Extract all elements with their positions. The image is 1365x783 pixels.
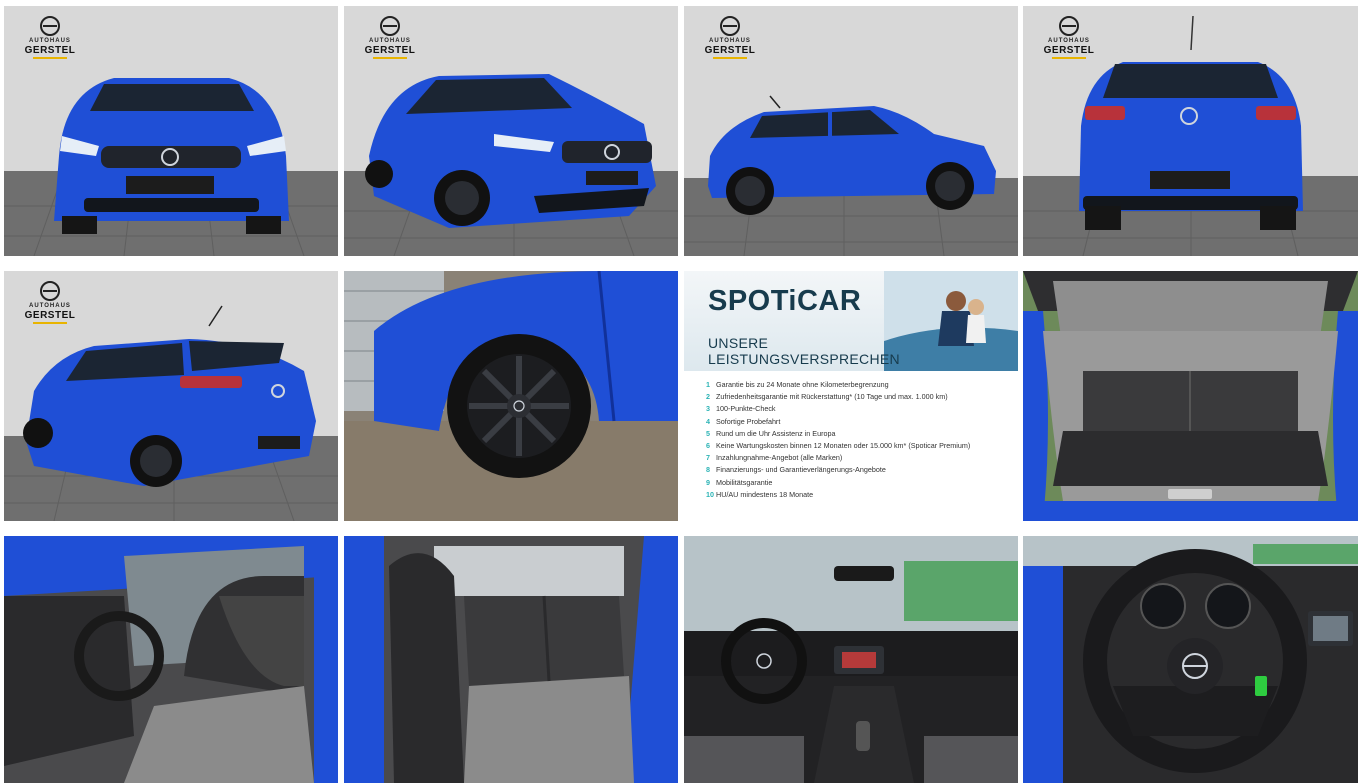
list-item: 6 Keine Wartungskosten binnen 12 Monaten … [706, 440, 1006, 452]
list-item-number: 9 [706, 477, 710, 487]
dealer-name: GERSTEL [364, 45, 416, 56]
list-item-number: 7 [706, 453, 710, 463]
list-item-number: 4 [706, 416, 710, 426]
dealer-name: GERSTEL [704, 45, 756, 56]
promo-heading-line-2: LEISTUNGSVERSPRECHEN [708, 351, 900, 367]
photo-trunk[interactable] [1023, 271, 1358, 521]
list-item-text: 100-Punkte-Check [716, 404, 776, 414]
list-item: 9 Mobilitätsgarantie [706, 477, 1006, 489]
dealer-brand-line: AUTOHAUS [709, 38, 751, 44]
photo-front-view[interactable]: AUTOHAUS GERSTEL [4, 6, 338, 256]
list-item: 8 Finanzierungs- und Garantieverlängerung… [706, 464, 1006, 476]
list-item-text: Inzahlungnahme-Angebot (alle Marken) [716, 453, 843, 463]
opel-logo-icon [40, 281, 60, 301]
list-item-text: Keine Wartungskosten binnen 12 Monaten o… [716, 441, 971, 451]
dealer-accent-bar [373, 57, 407, 59]
photo-steering-wheel[interactable] [1023, 536, 1358, 783]
dealer-name: GERSTEL [24, 310, 76, 321]
list-item: 7 Inzahlungnahme-Angebot (alle Marken) [706, 452, 1006, 464]
list-item: 10 HU/AU mindestens 18 Monate [706, 489, 1006, 501]
steering-wheel-image [1023, 536, 1358, 783]
front-seats-image [4, 536, 338, 783]
dealer-logo: AUTOHAUS GERSTEL [20, 16, 80, 59]
dealer-logo: AUTOHAUS GERSTEL [20, 281, 80, 324]
photo-front-three-quarter[interactable]: AUTOHAUS GERSTEL [344, 6, 678, 256]
photo-rear-view[interactable]: AUTOHAUS GERSTEL [1023, 6, 1358, 256]
list-item-text: Finanzierungs- und Garantieverlängerungs… [716, 465, 886, 475]
dealer-logo: AUTOHAUS GERSTEL [700, 16, 760, 59]
list-item: 3 100-Punkte-Check [706, 403, 1006, 415]
photo-gallery: AUTOHAUS GERSTEL AUTOHAUS GERSTEL AUTOHA… [0, 0, 1365, 783]
list-item-text: Rund um die Uhr Assistenz in Europa [716, 428, 836, 438]
dealer-brand-line: AUTOHAUS [29, 303, 71, 309]
opel-logo-icon [1059, 16, 1079, 36]
promo-heading-line-1: UNSERE [708, 335, 769, 351]
opel-logo-icon [380, 16, 400, 36]
list-item-text: Garantie bis zu 24 Monate ohne Kilometer… [716, 380, 889, 389]
list-item-number: 5 [706, 428, 710, 438]
dealer-logo: AUTOHAUS GERSTEL [1039, 16, 1099, 59]
photo-side-view[interactable]: AUTOHAUS GERSTEL [684, 6, 1018, 256]
list-item-text: HU/AU mindestens 18 Monate [716, 489, 814, 499]
dealer-brand-line: AUTOHAUS [29, 38, 71, 44]
list-item-text: Sofortige Probefahrt [716, 416, 781, 426]
list-item: 1 Garantie bis zu 24 Monate ohne Kilomete… [706, 379, 1006, 391]
list-item-text: Zufriedenheitsgarantie mit Rückerstattun… [716, 392, 948, 402]
dashboard-image [684, 536, 1018, 783]
photo-front-seats[interactable] [4, 536, 338, 783]
dealer-logo: AUTOHAUS GERSTEL [360, 16, 420, 59]
spoticar-promo-card[interactable]: SPOTiCAR UNSERE LEISTUNGSVERSPRECHEN 1 Ga… [684, 271, 1018, 521]
dealer-accent-bar [1052, 57, 1086, 59]
photo-rear-three-quarter[interactable]: AUTOHAUS GERSTEL [4, 271, 338, 521]
dealer-accent-bar [33, 57, 67, 59]
list-item-number: 1 [706, 380, 710, 389]
list-item-number: 6 [706, 441, 710, 451]
rear-seats-image [344, 536, 678, 783]
list-item-number: 8 [706, 465, 710, 475]
list-item: 2 Zufriedenheitsgarantie mit Rückerstattu… [706, 391, 1006, 403]
photo-rear-seats[interactable] [344, 536, 678, 783]
dealer-accent-bar [33, 322, 67, 324]
wheel-detail-image [344, 271, 678, 521]
dealer-accent-bar [713, 57, 747, 59]
list-item-number: 3 [706, 404, 710, 414]
trunk-interior-image [1023, 271, 1358, 521]
photo-dashboard[interactable] [684, 536, 1018, 783]
list-item: 4 Sofortige Probefahrt [706, 416, 1006, 428]
list-item-number: 2 [706, 392, 710, 402]
promo-benefits-list: 1 Garantie bis zu 24 Monate ohne Kilomete… [706, 379, 1006, 501]
dealer-brand-line: AUTOHAUS [1048, 38, 1090, 44]
opel-logo-icon [720, 16, 740, 36]
list-item: 5 Rund um die Uhr Assistenz in Europa [706, 428, 1006, 440]
promo-panel: SPOTiCAR UNSERE LEISTUNGSVERSPRECHEN 1 Ga… [684, 271, 1018, 521]
list-item-text: Mobilitätsgarantie [716, 477, 773, 487]
list-item-number: 10 [706, 489, 714, 499]
photo-wheel-detail[interactable] [344, 271, 678, 521]
dealer-brand-line: AUTOHAUS [369, 38, 411, 44]
dealer-name: GERSTEL [1043, 45, 1095, 56]
opel-logo-icon [40, 16, 60, 36]
spoticar-logo: SPOTiCAR [708, 285, 862, 317]
dealer-name: GERSTEL [24, 45, 76, 56]
